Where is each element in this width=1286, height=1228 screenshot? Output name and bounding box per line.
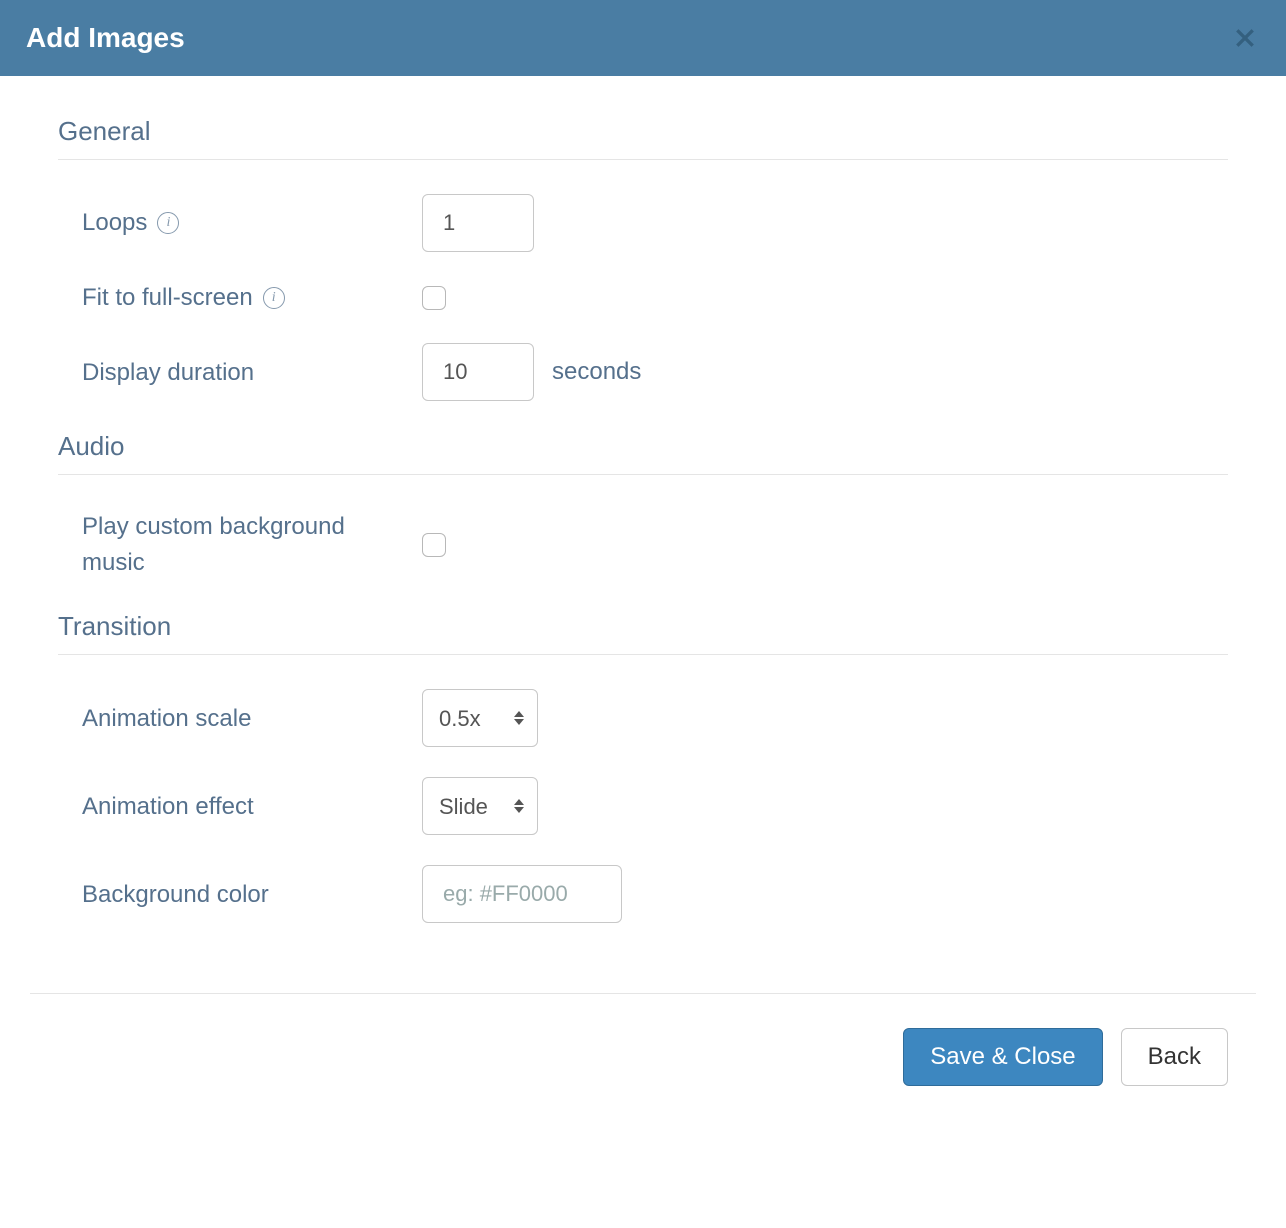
background-color-label: Background color xyxy=(82,879,422,910)
section-title-general: General xyxy=(58,116,1228,160)
section-title-transition: Transition xyxy=(58,611,1228,655)
section-title-audio: Audio xyxy=(58,431,1228,475)
row-loops: Loops i xyxy=(58,194,1228,252)
modal-footer: Save & Close Back xyxy=(0,994,1286,1146)
row-background-color: Background color xyxy=(58,865,1228,923)
display-duration-label: Display duration xyxy=(82,357,422,388)
save-close-button[interactable]: Save & Close xyxy=(903,1028,1102,1086)
animation-effect-label-text: Animation effect xyxy=(82,791,254,822)
back-button[interactable]: Back xyxy=(1121,1028,1228,1086)
modal-body: General Loops i Fit to full-screen i Dis… xyxy=(0,76,1286,983)
modal-title: Add Images xyxy=(26,22,185,54)
close-icon xyxy=(1234,27,1256,49)
display-duration-input[interactable] xyxy=(422,343,534,401)
info-icon[interactable]: i xyxy=(263,287,285,309)
modal-header: Add Images xyxy=(0,0,1286,76)
row-display-duration: Display duration seconds xyxy=(58,343,1228,401)
section-general: General Loops i Fit to full-screen i Dis… xyxy=(58,116,1228,401)
display-duration-label-text: Display duration xyxy=(82,357,254,388)
fit-fullscreen-checkbox[interactable] xyxy=(422,286,446,310)
animation-scale-select[interactable]: 0.5x xyxy=(422,689,538,747)
animation-scale-label: Animation scale xyxy=(82,703,422,734)
animation-scale-label-text: Animation scale xyxy=(82,703,251,734)
play-custom-music-label: Play custom background music xyxy=(82,509,402,581)
loops-label-text: Loops xyxy=(82,207,147,238)
close-button[interactable] xyxy=(1230,22,1260,54)
info-icon[interactable]: i xyxy=(157,212,179,234)
background-color-input[interactable] xyxy=(422,865,622,923)
display-duration-unit: seconds xyxy=(552,358,641,386)
fit-fullscreen-label-text: Fit to full-screen xyxy=(82,282,253,313)
play-custom-music-checkbox[interactable] xyxy=(422,533,446,557)
background-color-label-text: Background color xyxy=(82,879,269,910)
fit-fullscreen-label: Fit to full-screen i xyxy=(82,282,422,313)
animation-effect-select[interactable]: Slide xyxy=(422,777,538,835)
row-play-custom-music: Play custom background music xyxy=(58,509,1228,581)
loops-input[interactable] xyxy=(422,194,534,252)
section-audio: Audio Play custom background music xyxy=(58,431,1228,581)
row-animation-effect: Animation effect Slide xyxy=(58,777,1228,835)
row-fit-fullscreen: Fit to full-screen i xyxy=(58,282,1228,313)
animation-effect-label: Animation effect xyxy=(82,791,422,822)
section-transition: Transition Animation scale 0.5x Animatio… xyxy=(58,611,1228,923)
loops-label: Loops i xyxy=(82,207,422,238)
row-animation-scale: Animation scale 0.5x xyxy=(58,689,1228,747)
